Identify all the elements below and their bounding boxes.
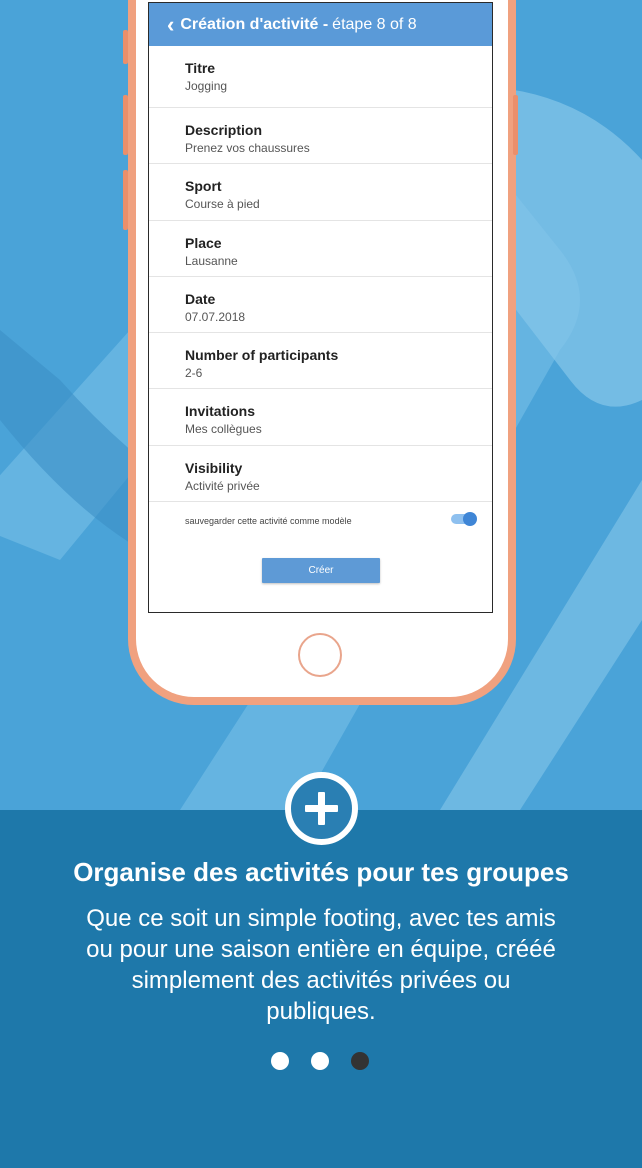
- phone-side-button: [123, 95, 128, 155]
- field-value: 07.07.2018: [185, 309, 246, 324]
- field-value: Activité privée: [185, 478, 260, 493]
- field-participants[interactable]: Number of participants 2-6: [149, 333, 492, 390]
- field-value: Course à pied: [185, 197, 260, 212]
- field-label: Invitations: [185, 403, 256, 420]
- pager-dots: [271, 1052, 369, 1070]
- field-value: Prenez vos chaussures: [185, 141, 310, 155]
- field-value: Jogging: [185, 79, 228, 93]
- field-label: Number of participants: [185, 347, 339, 364]
- phone-side-button: [123, 30, 128, 64]
- promo-headline: Organise des activités pour tes groupes: [73, 857, 569, 887]
- back-chevron-icon[interactable]: ‹: [167, 13, 174, 36]
- field-value: Mes collègues: [185, 422, 262, 437]
- step-indicator: étape 8 of 8: [332, 15, 417, 33]
- field-label: Date: [185, 290, 216, 307]
- field-description[interactable]: Description Prenez vos chaussures: [149, 108, 492, 165]
- field-label: Place: [185, 234, 222, 251]
- field-label: Sport: [185, 178, 222, 195]
- field-sport[interactable]: Sport Course à pied: [149, 164, 492, 221]
- create-button[interactable]: Créer: [262, 558, 380, 583]
- save-template-label: sauvegarder cette activité comme modèle: [185, 516, 352, 527]
- field-label: Visibility: [185, 459, 243, 476]
- app-header: ‹ Création d'activité - étape 8 of 8: [149, 3, 492, 46]
- save-template-toggle[interactable]: [451, 512, 477, 527]
- promo-body-line: publiques.: [266, 998, 376, 1025]
- pager-dot-3[interactable]: [351, 1052, 369, 1070]
- phone-home-button: [298, 633, 342, 677]
- promo-body-line: ou pour une saison entière en équipe, cr…: [86, 936, 556, 963]
- field-visibility[interactable]: Visibility Activité privée: [149, 446, 492, 503]
- field-place[interactable]: Place Lausanne: [149, 221, 492, 277]
- pager-dot-2[interactable]: [311, 1052, 329, 1070]
- field-label: Titre: [185, 60, 216, 76]
- plus-circle-icon: [285, 772, 358, 845]
- field-label: Description: [185, 122, 263, 138]
- save-template-row: sauvegarder cette activité comme modèle: [149, 502, 492, 540]
- promo-body-line: Que ce soit un simple footing, avec tes …: [86, 905, 556, 932]
- phone-screen: ‹ Création d'activité - étape 8 of 8 Tit…: [148, 2, 493, 613]
- field-invitations[interactable]: Invitations Mes collègues: [149, 389, 492, 446]
- plus-bar-vertical: [318, 792, 325, 825]
- phone-side-button: [513, 95, 518, 155]
- toggle-knob: [463, 512, 477, 527]
- field-value: 2-6: [185, 366, 203, 381]
- field-title[interactable]: Titre Jogging: [149, 46, 492, 108]
- phone-side-button: [123, 170, 128, 230]
- page-title: Création d'activité -: [180, 15, 329, 33]
- field-date[interactable]: Date 07.07.2018: [149, 277, 492, 334]
- promo-body: Que ce soit un simple footing, avec tes …: [70, 903, 572, 1027]
- activity-summary-list: Titre Jogging Description Prenez vos cha…: [149, 46, 492, 540]
- promo-body-line: simplement des activités privées ou: [131, 967, 511, 994]
- field-value: Lausanne: [185, 253, 238, 268]
- pager-dot-1[interactable]: [271, 1052, 289, 1070]
